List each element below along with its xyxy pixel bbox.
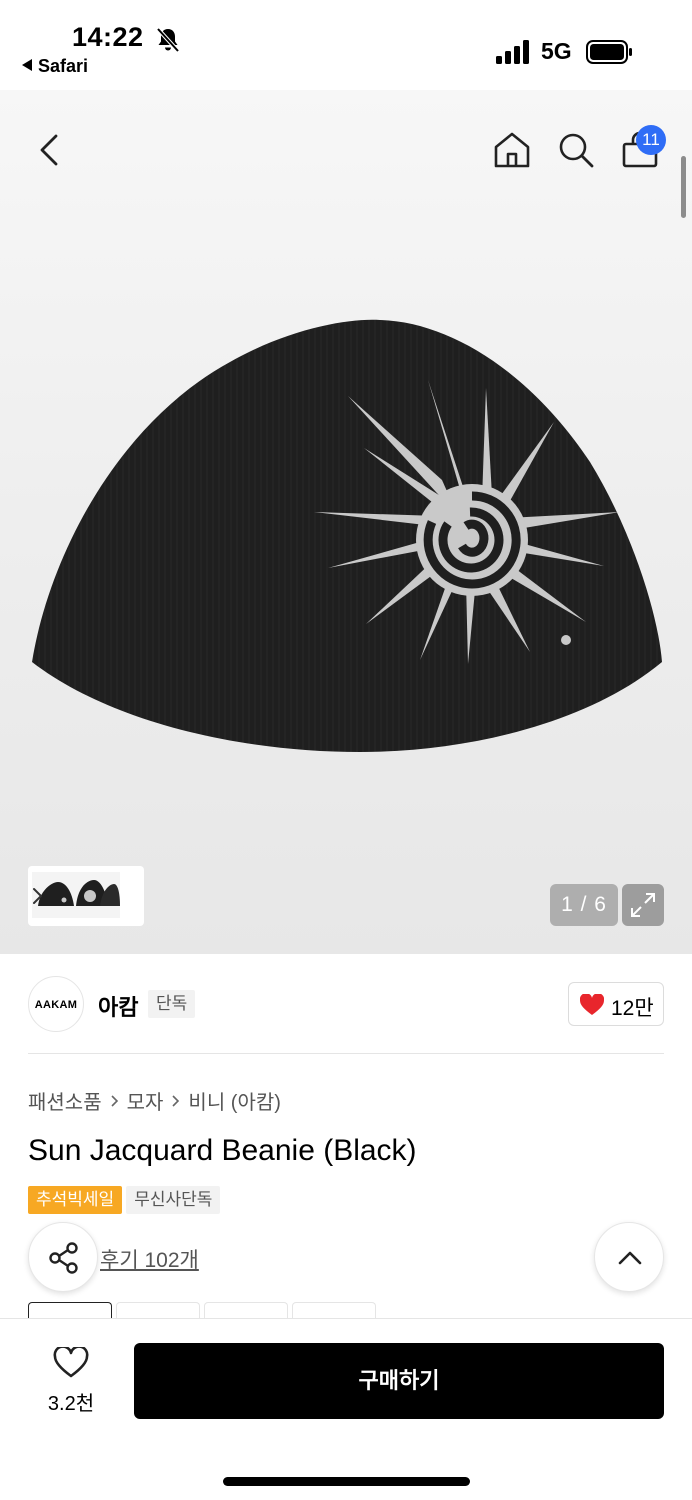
thumbnail-images[interactable] <box>32 872 120 918</box>
status-bar: 14:22 Safari 5G <box>0 0 692 90</box>
reviews-link[interactable]: 후기 102개 <box>100 1244 199 1274</box>
brand-like-button[interactable]: 12만 <box>568 982 664 1026</box>
battery-icon <box>586 40 632 64</box>
exclusive-badge: 무신사단독 <box>126 1186 221 1214</box>
heart-filled-icon <box>580 994 604 1015</box>
brand-name[interactable]: 아캄 <box>98 990 138 1022</box>
chevron-up-icon <box>618 1251 642 1265</box>
home-indicator[interactable] <box>223 1477 470 1486</box>
search-icon[interactable] <box>556 130 596 170</box>
scroll-to-top-button[interactable] <box>594 1222 664 1292</box>
heart-outline-icon <box>53 1347 89 1378</box>
brand-logo[interactable]: AAKAM <box>28 976 84 1032</box>
back-to-app-link[interactable]: Safari <box>22 56 88 77</box>
expand-icon[interactable] <box>622 884 664 926</box>
breadcrumb-item[interactable]: 모자 <box>127 1086 164 1115</box>
chevron-right-icon[interactable] <box>32 886 44 906</box>
home-icon[interactable] <box>492 130 532 170</box>
exclusive-tag: 단독 <box>148 990 196 1018</box>
status-time: 14:22 <box>72 22 144 52</box>
wishlist-count: 3.2천 <box>47 1393 95 1415</box>
breadcrumb-item[interactable]: 비니 (아캄) <box>188 1086 280 1115</box>
wishlist-button[interactable]: 3.2천 <box>36 1345 106 1415</box>
product-photo-beanie <box>32 319 662 752</box>
sale-badge: 추석빅세일 <box>28 1186 123 1214</box>
breadcrumb-item[interactable]: 패션소품 <box>28 1086 102 1115</box>
bell-muted-icon <box>156 27 180 53</box>
network-type: 5G <box>541 38 572 64</box>
scrollbar-thumb[interactable] <box>681 156 686 218</box>
thumbnail-strip[interactable] <box>28 866 144 926</box>
cart-count-badge: 11 <box>636 125 666 155</box>
image-counter: 1 / 6 <box>550 884 618 926</box>
share-button[interactable] <box>28 1222 98 1292</box>
back-app-label: Safari <box>38 56 89 76</box>
back-arrow-icon[interactable] <box>32 132 66 168</box>
share-icon <box>49 1242 78 1274</box>
product-title: Sun Jacquard Beanie (Black) <box>28 1134 417 1167</box>
cellular-signal-icon <box>496 40 529 64</box>
breadcrumb: 패션소품 모자 비니 (아캄) <box>28 1086 281 1115</box>
buy-button[interactable]: 구매하기 <box>134 1343 664 1419</box>
chevron-right-icon <box>111 1094 118 1107</box>
product-image-gallery[interactable]: 11 1 / 6 <box>0 90 692 954</box>
chevron-right-icon <box>172 1094 180 1107</box>
badge-row: 추석빅세일 무신사단독 <box>28 1186 221 1214</box>
brand-like-count: 12만 <box>611 997 654 1020</box>
purchase-bar: 3.2천 구매하기 <box>0 1318 692 1500</box>
divider <box>28 1053 664 1054</box>
